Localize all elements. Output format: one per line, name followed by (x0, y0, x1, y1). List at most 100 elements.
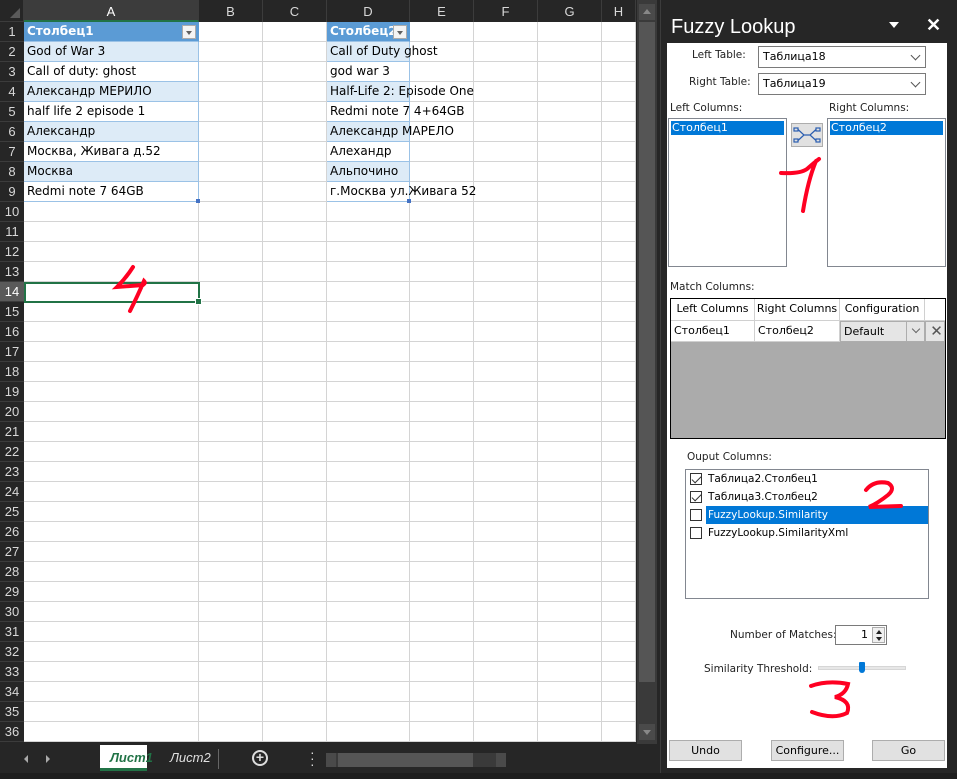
scroll-right-icon[interactable] (496, 753, 506, 767)
cell-G15[interactable] (538, 302, 602, 322)
cell-B16[interactable] (199, 322, 263, 342)
cell-B35[interactable] (199, 702, 263, 722)
cell-E36[interactable] (410, 722, 474, 742)
cell-A36[interactable] (24, 722, 199, 742)
cell-F8[interactable] (474, 162, 538, 182)
cell-B12[interactable] (199, 242, 263, 262)
cell-H2[interactable] (602, 42, 636, 62)
cell-H32[interactable] (602, 642, 636, 662)
vertical-scrollbar[interactable] (637, 0, 657, 744)
cell-F23[interactable] (474, 462, 538, 482)
cell-A1[interactable]: Столбец1 (24, 22, 199, 42)
cell-F25[interactable] (474, 502, 538, 522)
cell-A31[interactable] (24, 622, 199, 642)
cell-E17[interactable] (410, 342, 474, 362)
cell-A26[interactable] (24, 522, 199, 542)
row-header-18[interactable]: 18 (0, 362, 24, 382)
cell-C19[interactable] (263, 382, 327, 402)
cell-C27[interactable] (263, 542, 327, 562)
row-header-34[interactable]: 34 (0, 682, 24, 702)
cell-G18[interactable] (538, 362, 602, 382)
prev-sheet-icon[interactable] (22, 753, 32, 765)
cell-F15[interactable] (474, 302, 538, 322)
row-header-21[interactable]: 21 (0, 422, 24, 442)
cell-D32[interactable] (327, 642, 410, 662)
cell-A7[interactable]: Москва, Живага д.52 (24, 142, 199, 162)
cell-D10[interactable] (327, 202, 410, 222)
cell-C35[interactable] (263, 702, 327, 722)
row-header-6[interactable]: 6 (0, 122, 24, 142)
cell-C6[interactable] (263, 122, 327, 142)
cell-H22[interactable] (602, 442, 636, 462)
cell-D20[interactable] (327, 402, 410, 422)
cell-F17[interactable] (474, 342, 538, 362)
cell-D27[interactable] (327, 542, 410, 562)
cell-G6[interactable] (538, 122, 602, 142)
slider-thumb[interactable] (859, 662, 865, 673)
output-column-item[interactable]: FuzzyLookup.Similarity (686, 506, 928, 524)
row-header-27[interactable]: 27 (0, 542, 24, 562)
cell-G1[interactable] (538, 22, 602, 42)
cell-C31[interactable] (263, 622, 327, 642)
cell-A28[interactable] (24, 562, 199, 582)
cell-F7[interactable] (474, 142, 538, 162)
row-header-15[interactable]: 15 (0, 302, 24, 322)
cell-D30[interactable] (327, 602, 410, 622)
cell-E32[interactable] (410, 642, 474, 662)
cell-G34[interactable] (538, 682, 602, 702)
cell-B7[interactable] (199, 142, 263, 162)
match-left-cell[interactable]: Столбец1 (671, 321, 755, 342)
cell-C16[interactable] (263, 322, 327, 342)
cell-F21[interactable] (474, 422, 538, 442)
cell-C2[interactable] (263, 42, 327, 62)
next-sheet-icon[interactable] (44, 753, 54, 765)
row-header-12[interactable]: 12 (0, 242, 24, 262)
cell-B10[interactable] (199, 202, 263, 222)
cell-B6[interactable] (199, 122, 263, 142)
output-column-item[interactable]: FuzzyLookup.SimilarityXml (686, 524, 928, 542)
delete-match-icon[interactable]: ✕ (925, 321, 945, 342)
cell-B28[interactable] (199, 562, 263, 582)
cell-H13[interactable] (602, 262, 636, 282)
cell-G21[interactable] (538, 422, 602, 442)
row-header-20[interactable]: 20 (0, 402, 24, 422)
configuration-select[interactable]: Default (840, 321, 925, 342)
filter-dropdown-icon[interactable] (182, 25, 196, 39)
row-header-30[interactable]: 30 (0, 602, 24, 622)
cell-D26[interactable] (327, 522, 410, 542)
right-column-item[interactable]: Столбец2 (830, 121, 943, 135)
cell-H20[interactable] (602, 402, 636, 422)
cell-F19[interactable] (474, 382, 538, 402)
cell-C34[interactable] (263, 682, 327, 702)
more-options-icon[interactable]: · · · (310, 745, 316, 771)
cell-F10[interactable] (474, 202, 538, 222)
cell-H30[interactable] (602, 602, 636, 622)
cell-E16[interactable] (410, 322, 474, 342)
cell-H33[interactable] (602, 662, 636, 682)
cell-G26[interactable] (538, 522, 602, 542)
cell-F34[interactable] (474, 682, 538, 702)
column-header-C[interactable]: C (263, 0, 327, 22)
cell-F3[interactable] (474, 62, 538, 82)
cell-B2[interactable] (199, 42, 263, 62)
cell-D3[interactable]: god war 3 (327, 62, 410, 82)
cell-C18[interactable] (263, 362, 327, 382)
left-columns-list[interactable]: Столбец1 (668, 118, 787, 267)
cell-H17[interactable] (602, 342, 636, 362)
cell-C12[interactable] (263, 242, 327, 262)
number-of-matches-stepper[interactable]: 1 (835, 625, 887, 645)
cell-E33[interactable] (410, 662, 474, 682)
cell-D8[interactable]: Альпочино (327, 162, 410, 182)
cell-B15[interactable] (199, 302, 263, 322)
cell-E27[interactable] (410, 542, 474, 562)
cell-G33[interactable] (538, 662, 602, 682)
cell-D14[interactable] (327, 282, 410, 302)
cell-H5[interactable] (602, 102, 636, 122)
cell-D5[interactable]: Redmi note 7 4+64GB (327, 102, 464, 122)
cell-G10[interactable] (538, 202, 602, 222)
sheet-tab-2[interactable]: Лист2 (160, 745, 221, 771)
close-icon[interactable]: ✕ (926, 15, 941, 36)
cell-A12[interactable] (24, 242, 199, 262)
cell-F33[interactable] (474, 662, 538, 682)
cell-A13[interactable] (24, 262, 199, 282)
